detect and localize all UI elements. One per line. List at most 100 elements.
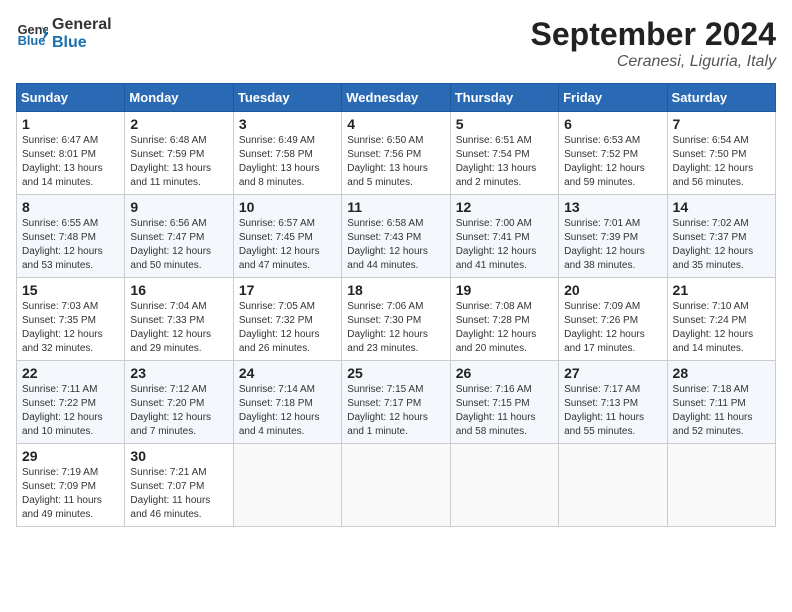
day-number: 11: [347, 199, 444, 215]
day-number: 13: [564, 199, 661, 215]
day-info: Sunrise: 6:54 AMSunset: 7:50 PMDaylight:…: [673, 134, 770, 190]
day-info: Sunrise: 7:17 AMSunset: 7:13 PMDaylight:…: [564, 383, 661, 439]
calendar-cell: 30 Sunrise: 7:21 AMSunset: 7:07 PMDayligh…: [125, 444, 233, 527]
calendar-header-thursday: Thursday: [450, 84, 558, 112]
header: General Blue General Blue September 2024…: [16, 16, 776, 71]
day-number: 17: [239, 282, 336, 298]
calendar-cell: 4 Sunrise: 6:50 AMSunset: 7:56 PMDaylight…: [342, 112, 450, 195]
calendar-cell: 13 Sunrise: 7:01 AMSunset: 7:39 PMDayligh…: [559, 195, 667, 278]
calendar-header-row: SundayMondayTuesdayWednesdayThursdayFrid…: [17, 84, 776, 112]
day-info: Sunrise: 6:57 AMSunset: 7:45 PMDaylight:…: [239, 217, 336, 273]
day-number: 19: [456, 282, 553, 298]
day-info: Sunrise: 6:48 AMSunset: 7:59 PMDaylight:…: [130, 134, 227, 190]
day-number: 5: [456, 116, 553, 132]
calendar-cell: 9 Sunrise: 6:56 AMSunset: 7:47 PMDaylight…: [125, 195, 233, 278]
day-info: Sunrise: 6:56 AMSunset: 7:47 PMDaylight:…: [130, 217, 227, 273]
day-number: 22: [22, 365, 119, 381]
calendar-cell: 17 Sunrise: 7:05 AMSunset: 7:32 PMDayligh…: [233, 278, 341, 361]
day-number: 7: [673, 116, 770, 132]
day-info: Sunrise: 7:21 AMSunset: 7:07 PMDaylight:…: [130, 466, 227, 522]
calendar-cell: 24Sunrise: 7:14 AMSunset: 7:18 PMDayligh…: [233, 361, 341, 444]
day-info: Sunrise: 7:12 AMSunset: 7:20 PMDaylight:…: [130, 383, 227, 439]
calendar-cell: 27 Sunrise: 7:17 AMSunset: 7:13 PMDayligh…: [559, 361, 667, 444]
calendar-week-5: 29 Sunrise: 7:19 AMSunset: 7:09 PMDayligh…: [17, 444, 776, 527]
calendar-cell: 1Sunrise: 6:47 AMSunset: 8:01 PMDaylight…: [17, 112, 125, 195]
day-number: 4: [347, 116, 444, 132]
calendar-cell: 15 Sunrise: 7:03 AMSunset: 7:35 PMDayligh…: [17, 278, 125, 361]
calendar-cell: 18 Sunrise: 7:06 AMSunset: 7:30 PMDayligh…: [342, 278, 450, 361]
day-number: 28: [673, 365, 770, 381]
day-info: Sunrise: 7:16 AMSunset: 7:15 PMDaylight:…: [456, 383, 553, 439]
svg-text:Blue: Blue: [18, 33, 46, 48]
day-info: Sunrise: 7:10 AMSunset: 7:24 PMDaylight:…: [673, 300, 770, 356]
day-info: Sunrise: 6:49 AMSunset: 7:58 PMDaylight:…: [239, 134, 336, 190]
day-info: Sunrise: 7:02 AMSunset: 7:37 PMDaylight:…: [673, 217, 770, 273]
title-area: September 2024 Ceranesi, Liguria, Italy: [531, 16, 776, 71]
logo-blue: Blue: [52, 34, 112, 52]
day-number: 12: [456, 199, 553, 215]
day-number: 3: [239, 116, 336, 132]
day-info: Sunrise: 7:15 AMSunset: 7:17 PMDaylight:…: [347, 383, 444, 439]
day-number: 18: [347, 282, 444, 298]
calendar-cell: 23 Sunrise: 7:12 AMSunset: 7:20 PMDayligh…: [125, 361, 233, 444]
day-number: 21: [673, 282, 770, 298]
calendar-header-saturday: Saturday: [667, 84, 775, 112]
calendar-cell: 29 Sunrise: 7:19 AMSunset: 7:09 PMDayligh…: [17, 444, 125, 527]
calendar-cell: 25 Sunrise: 7:15 AMSunset: 7:17 PMDayligh…: [342, 361, 450, 444]
day-info: Sunrise: 7:05 AMSunset: 7:32 PMDaylight:…: [239, 300, 336, 356]
calendar-cell: 8Sunrise: 6:55 AMSunset: 7:48 PMDaylight…: [17, 195, 125, 278]
calendar-cell: 22 Sunrise: 7:11 AMSunset: 7:22 PMDayligh…: [17, 361, 125, 444]
day-number: 9: [130, 199, 227, 215]
calendar-cell: [450, 444, 558, 527]
calendar-cell: 10 Sunrise: 6:57 AMSunset: 7:45 PMDayligh…: [233, 195, 341, 278]
day-number: 14: [673, 199, 770, 215]
calendar-week-2: 8Sunrise: 6:55 AMSunset: 7:48 PMDaylight…: [17, 195, 776, 278]
calendar-cell: 2 Sunrise: 6:48 AMSunset: 7:59 PMDaylight…: [125, 112, 233, 195]
logo-icon: General Blue: [16, 18, 48, 50]
day-number: 29: [22, 448, 119, 464]
calendar-cell: 6Sunrise: 6:53 AMSunset: 7:52 PMDaylight…: [559, 112, 667, 195]
day-info: Sunrise: 6:50 AMSunset: 7:56 PMDaylight:…: [347, 134, 444, 190]
month-title: September 2024: [531, 16, 776, 53]
day-info: Sunrise: 7:08 AMSunset: 7:28 PMDaylight:…: [456, 300, 553, 356]
calendar-cell: 5 Sunrise: 6:51 AMSunset: 7:54 PMDaylight…: [450, 112, 558, 195]
calendar-cell: 11 Sunrise: 6:58 AMSunset: 7:43 PMDayligh…: [342, 195, 450, 278]
day-number: 2: [130, 116, 227, 132]
day-info: Sunrise: 7:06 AMSunset: 7:30 PMDaylight:…: [347, 300, 444, 356]
calendar-week-1: 1Sunrise: 6:47 AMSunset: 8:01 PMDaylight…: [17, 112, 776, 195]
calendar-cell: [342, 444, 450, 527]
calendar-cell: 14 Sunrise: 7:02 AMSunset: 7:37 PMDayligh…: [667, 195, 775, 278]
day-number: 10: [239, 199, 336, 215]
day-info: Sunrise: 7:09 AMSunset: 7:26 PMDaylight:…: [564, 300, 661, 356]
day-number: 30: [130, 448, 227, 464]
day-number: 16: [130, 282, 227, 298]
day-info: Sunrise: 7:11 AMSunset: 7:22 PMDaylight:…: [22, 383, 119, 439]
calendar-cell: 20Sunrise: 7:09 AMSunset: 7:26 PMDayligh…: [559, 278, 667, 361]
calendar-header-sunday: Sunday: [17, 84, 125, 112]
day-info: Sunrise: 6:55 AMSunset: 7:48 PMDaylight:…: [22, 217, 119, 273]
day-info: Sunrise: 6:51 AMSunset: 7:54 PMDaylight:…: [456, 134, 553, 190]
calendar-cell: 16Sunrise: 7:04 AMSunset: 7:33 PMDayligh…: [125, 278, 233, 361]
day-info: Sunrise: 6:47 AMSunset: 8:01 PMDaylight:…: [22, 134, 119, 190]
calendar-cell: 3 Sunrise: 6:49 AMSunset: 7:58 PMDaylight…: [233, 112, 341, 195]
logo-general: General: [52, 16, 112, 34]
day-info: Sunrise: 7:19 AMSunset: 7:09 PMDaylight:…: [22, 466, 119, 522]
day-info: Sunrise: 6:58 AMSunset: 7:43 PMDaylight:…: [347, 217, 444, 273]
day-number: 25: [347, 365, 444, 381]
calendar-header-wednesday: Wednesday: [342, 84, 450, 112]
day-number: 15: [22, 282, 119, 298]
day-info: Sunrise: 6:53 AMSunset: 7:52 PMDaylight:…: [564, 134, 661, 190]
calendar-header-friday: Friday: [559, 84, 667, 112]
day-number: 24: [239, 365, 336, 381]
logo: General Blue General Blue: [16, 16, 112, 52]
calendar-cell: 28 Sunrise: 7:18 AMSunset: 7:11 PMDayligh…: [667, 361, 775, 444]
calendar-cell: 21 Sunrise: 7:10 AMSunset: 7:24 PMDayligh…: [667, 278, 775, 361]
day-info: Sunrise: 7:01 AMSunset: 7:39 PMDaylight:…: [564, 217, 661, 273]
day-info: Sunrise: 7:03 AMSunset: 7:35 PMDaylight:…: [22, 300, 119, 356]
calendar-cell: 19 Sunrise: 7:08 AMSunset: 7:28 PMDayligh…: [450, 278, 558, 361]
day-number: 27: [564, 365, 661, 381]
day-number: 26: [456, 365, 553, 381]
calendar-week-4: 22 Sunrise: 7:11 AMSunset: 7:22 PMDayligh…: [17, 361, 776, 444]
day-info: Sunrise: 7:18 AMSunset: 7:11 PMDaylight:…: [673, 383, 770, 439]
day-number: 23: [130, 365, 227, 381]
